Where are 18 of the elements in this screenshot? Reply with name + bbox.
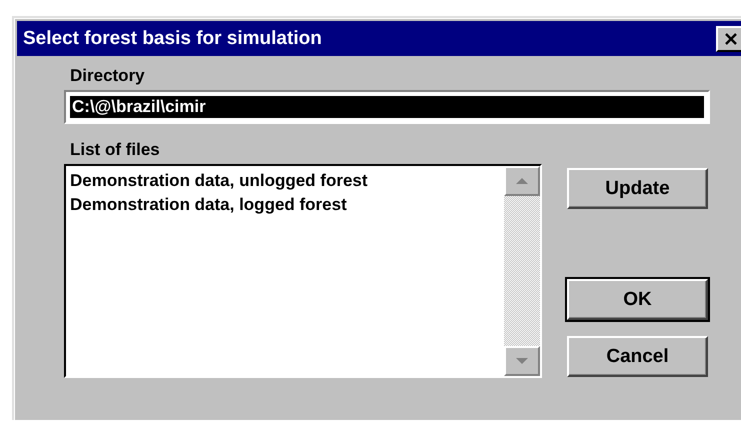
file-list[interactable]: Demonstration data, unlogged forest Demonstration data, logged forest [64, 164, 542, 378]
file-list-item[interactable]: Demonstration data, logged forest [70, 193, 368, 217]
directory-value: C:\@\brazil\cimir [70, 96, 704, 118]
dialog-button[interactable]: Cancel [567, 336, 708, 377]
files-label: List of files [69, 140, 160, 160]
directory-field[interactable]: C:\@\brazil\cimir [64, 90, 710, 124]
directory-label: Directory [69, 66, 145, 86]
scroll-up-button[interactable] [504, 166, 540, 196]
scrollbar[interactable] [504, 166, 540, 376]
file-list-item[interactable]: Demonstration data, unlogged forest [70, 169, 368, 193]
close-icon [723, 32, 739, 46]
window-title: Select forest basis for simulation [23, 28, 322, 50]
up-arrow-icon [514, 176, 530, 186]
dialog-button[interactable]: OK [567, 279, 708, 320]
scroll-down-button[interactable] [504, 346, 540, 376]
close-button[interactable] [716, 26, 741, 52]
dialog-button[interactable]: Update [567, 168, 708, 209]
down-arrow-icon [514, 356, 530, 366]
